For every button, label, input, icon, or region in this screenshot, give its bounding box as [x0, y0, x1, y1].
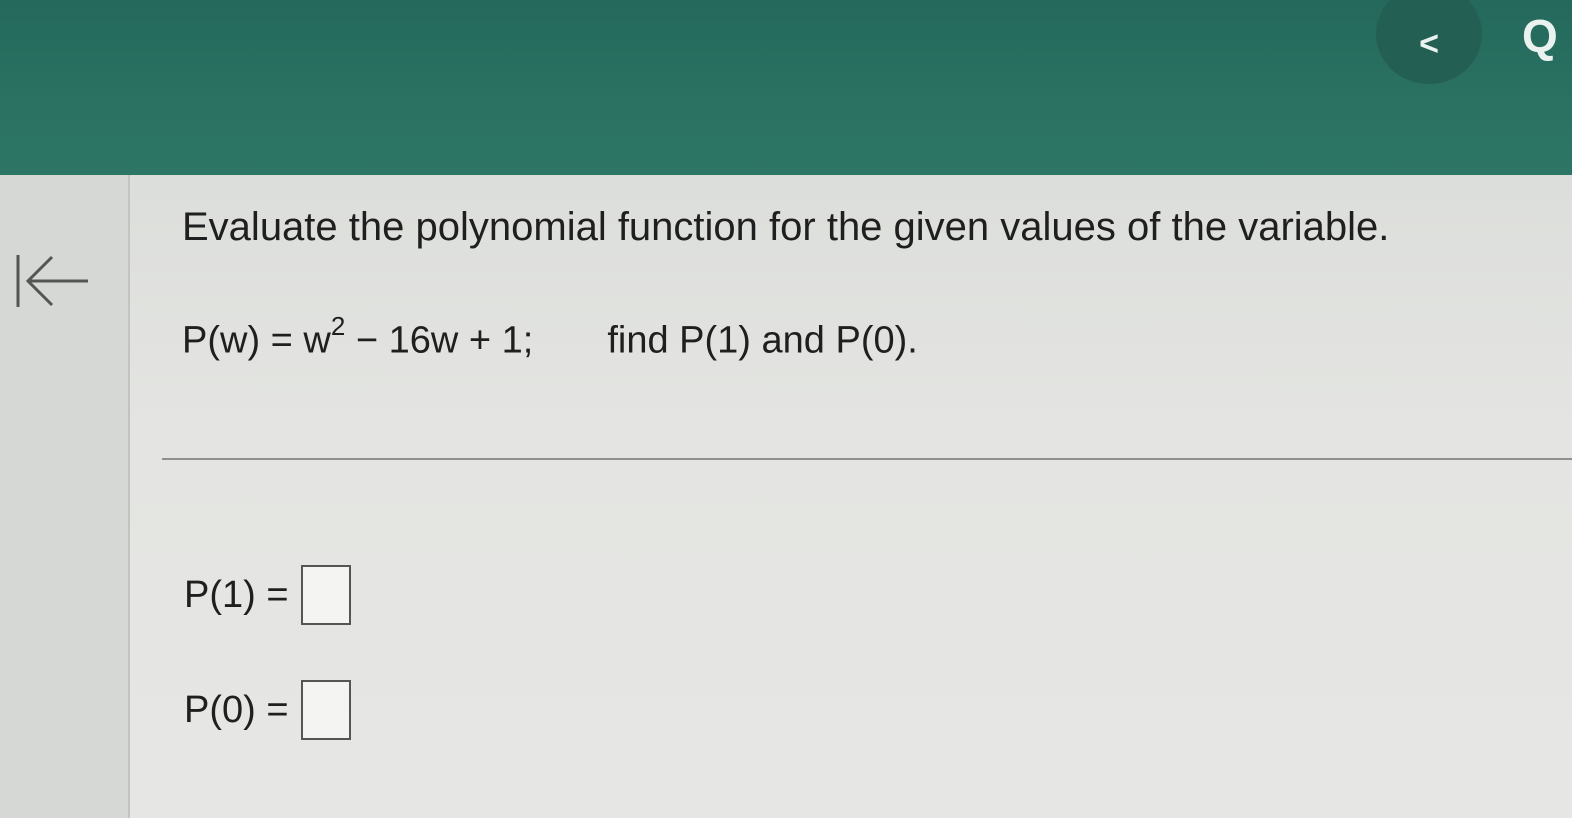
- previous-button[interactable]: <: [1376, 0, 1482, 84]
- arrow-left-to-bar-icon[interactable]: [12, 249, 92, 313]
- find-text: find P(1) and P(0).: [607, 319, 918, 362]
- chevron-left-icon: <: [1419, 24, 1439, 63]
- function-lhs: P(w) = w: [182, 319, 331, 362]
- function-rest: − 16w + 1;: [345, 319, 534, 362]
- question-instruction: Evaluate the polynomial function for the…: [182, 205, 1390, 249]
- top-bar: < Q: [0, 0, 1572, 175]
- answer-input-p1[interactable]: [300, 565, 351, 625]
- answer-label: P(0) =: [184, 688, 289, 731]
- question-panel: Evaluate the polynomial function for the…: [0, 175, 1572, 818]
- answer-label: P(1) =: [184, 573, 289, 616]
- function-statement: P(w) = w2 − 16w + 1; find P(1) and P(0).: [182, 311, 918, 363]
- exponent: 2: [330, 311, 346, 341]
- left-rail: [0, 175, 130, 818]
- screen: < Q Evaluate the polynomial function for…: [0, 0, 1572, 818]
- answer-row-p0: P(0) =: [184, 680, 351, 740]
- answer-input-p0[interactable]: [300, 680, 351, 740]
- divider: [162, 458, 1572, 460]
- answer-row-p1: P(1) =: [184, 565, 351, 625]
- search-icon[interactable]: Q: [1522, 6, 1572, 66]
